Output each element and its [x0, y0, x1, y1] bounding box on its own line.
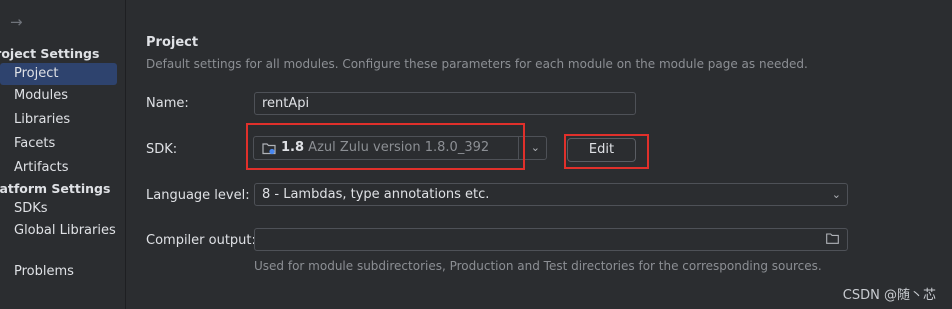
sidebar-section-platform-settings: Platform Settings [0, 181, 111, 196]
sidebar-item-project[interactable]: Project [0, 63, 117, 85]
page-description: Default settings for all modules. Config… [146, 57, 808, 71]
sdk-version: 1.8 [281, 140, 305, 155]
language-level-label: Language level: [146, 188, 250, 203]
sdk-label: SDK: [146, 142, 178, 157]
name-label: Name: [146, 96, 189, 111]
sidebar-section-project-settings: Project Settings [0, 46, 100, 61]
settings-sidebar: → Project Settings Project Modules Libra… [0, 0, 126, 309]
sdk-folder-icon [262, 143, 276, 155]
compiler-output-label: Compiler output: [146, 233, 256, 248]
page-title: Project [146, 35, 199, 50]
sidebar-item-global-libraries[interactable]: Global Libraries [0, 220, 117, 242]
sdk-edit-button[interactable]: Edit [567, 138, 636, 162]
language-level-dropdown[interactable]: 8 - Lambdas, type annotations etc. ⌄ [254, 183, 848, 206]
watermark: CSDN @随丶芯 [842, 288, 936, 303]
folder-icon[interactable] [826, 233, 839, 244]
sidebar-item-facets[interactable]: Facets [0, 133, 117, 155]
chevron-down-icon: ⌄ [530, 141, 540, 154]
compiler-output-hint: Used for module subdirectories, Producti… [254, 259, 822, 273]
arrow-right-icon[interactable]: → [10, 13, 23, 31]
language-level-value: 8 - Lambdas, type annotations etc. [262, 187, 490, 202]
sdk-detail: Azul Zulu version 1.8.0_392 [308, 140, 490, 155]
sidebar-item-problems[interactable]: Problems [0, 261, 117, 283]
project-settings-panel: Project Default settings for all modules… [126, 0, 952, 309]
sdk-dropdown[interactable]: 1.8 Azul Zulu version 1.8.0_392 ⌄ [253, 136, 547, 160]
name-input[interactable]: rentApi [254, 92, 636, 115]
sidebar-item-artifacts[interactable]: Artifacts [0, 157, 117, 179]
compiler-output-input[interactable] [254, 228, 848, 251]
sidebar-item-modules[interactable]: Modules [0, 85, 117, 107]
chevron-down-icon: ⌄ [831, 188, 841, 201]
sidebar-item-libraries[interactable]: Libraries [0, 109, 117, 131]
sidebar-item-sdks[interactable]: SDKs [0, 198, 117, 220]
